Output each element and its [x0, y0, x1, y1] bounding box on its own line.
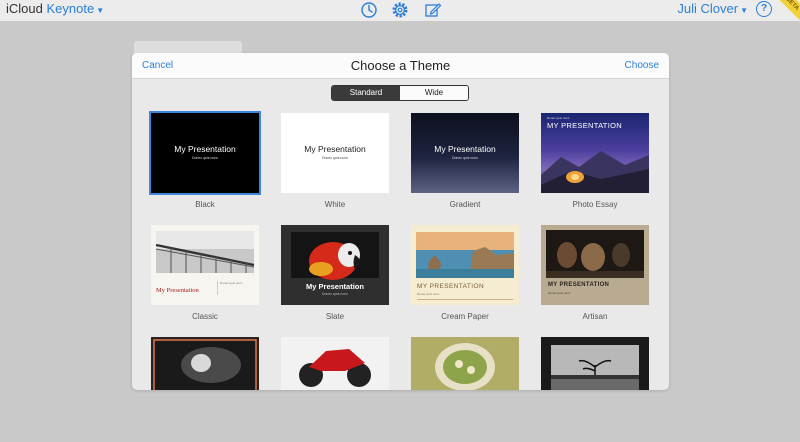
slide-subtitle: Donec quis nunc [548, 291, 571, 295]
theme-cream-paper[interactable]: MY PRESENTATION Donec quis nunc [411, 225, 519, 305]
theme-row3-4[interactable] [541, 337, 649, 390]
settings-gear-icon[interactable] [391, 1, 409, 19]
salad-bowl-photo [411, 337, 519, 390]
slide-subtitle: Donec quis nunc [321, 156, 349, 160]
theme-photo-essay[interactable]: Donec quis nunc MY PRESENTATION [541, 113, 649, 193]
compose-icon[interactable] [424, 1, 442, 19]
slide-title: My Presentation [156, 287, 199, 294]
theme-gradient[interactable]: My Presentation Donec quis nunc [411, 113, 519, 193]
dialog-header: Cancel Choose a Theme Choose [132, 53, 669, 79]
divider [417, 299, 513, 300]
toolbar: iCloud Keynote ▼ Juli Clover ▼ ? BETA [0, 0, 800, 24]
slide-subtitle: Donec quis nunc [451, 156, 479, 160]
brand-label: iCloud [6, 1, 43, 16]
choose-button[interactable]: Choose [625, 60, 659, 71]
red-motorcycle-photo [299, 349, 371, 387]
theme-label: Artisan [582, 312, 608, 321]
slide-title: My Presentation [304, 144, 366, 154]
theme-row3-2[interactable] [281, 337, 389, 390]
dialog-title: Choose a Theme [350, 58, 451, 73]
chevron-down-icon: ▼ [96, 6, 105, 15]
app-switcher[interactable]: iCloud Keynote ▼ [6, 1, 104, 16]
theme-label: White [324, 200, 346, 209]
slide-title: MY PRESENTATION [548, 282, 610, 288]
theme-white[interactable]: My Presentation Donec quis nunc [281, 113, 389, 193]
segment-wide[interactable]: Wide [400, 86, 468, 100]
slide-title: MY PRESENTATION [547, 121, 622, 130]
product-label: Keynote [46, 1, 95, 16]
theme-row3-3[interactable] [411, 337, 519, 390]
theme-chooser-dialog: Cancel Choose a Theme Choose Standard Wi… [132, 53, 669, 390]
theme-label: Black [195, 200, 215, 209]
theme-artisan[interactable]: MY PRESENTATION Donec quis nunc [541, 225, 649, 305]
theme-label: Classic [192, 312, 218, 321]
theme-slate[interactable]: My Presentation Donec quis nunc [281, 225, 389, 305]
slide-subtitle: Donec quis nunc [417, 292, 440, 296]
user-name: Juli Clover [677, 1, 739, 16]
slide-subtitle: Donec quis nunc [321, 292, 349, 296]
slide-title: MY PRESENTATION [417, 283, 485, 290]
theme-label: Photo Essay [572, 200, 618, 209]
help-icon[interactable]: ? [756, 1, 772, 17]
theme-classic[interactable]: My Presentation Donec quis nunc [151, 225, 259, 305]
theme-label: Cream Paper [441, 312, 489, 321]
slide-title: My Presentation [174, 144, 236, 154]
slide-subtitle: Donec quis nunc [217, 281, 253, 295]
motorcycle-dark-photo [153, 339, 257, 390]
user-menu[interactable]: Juli Clover ▼ [677, 1, 748, 16]
slide-subtitle: Donec quis nunc [191, 156, 219, 160]
slide-title: My Presentation [306, 282, 364, 291]
slide-subtitle: Donec quis nunc [547, 116, 570, 120]
theme-label: Slate [325, 312, 345, 321]
tree-photo [551, 345, 639, 390]
aspect-segmented-control: Standard Wide [331, 85, 469, 101]
theme-row3-1[interactable] [151, 337, 259, 390]
segment-standard[interactable]: Standard [332, 86, 400, 100]
theme-label: Gradient [449, 200, 481, 209]
history-icon[interactable] [360, 1, 378, 19]
chevron-down-icon: ▼ [740, 6, 748, 15]
beta-ribbon: BETA [772, 0, 800, 24]
theme-black[interactable]: My Presentation Donec quis nunc [149, 111, 261, 195]
slide-title: My Presentation [434, 144, 496, 154]
